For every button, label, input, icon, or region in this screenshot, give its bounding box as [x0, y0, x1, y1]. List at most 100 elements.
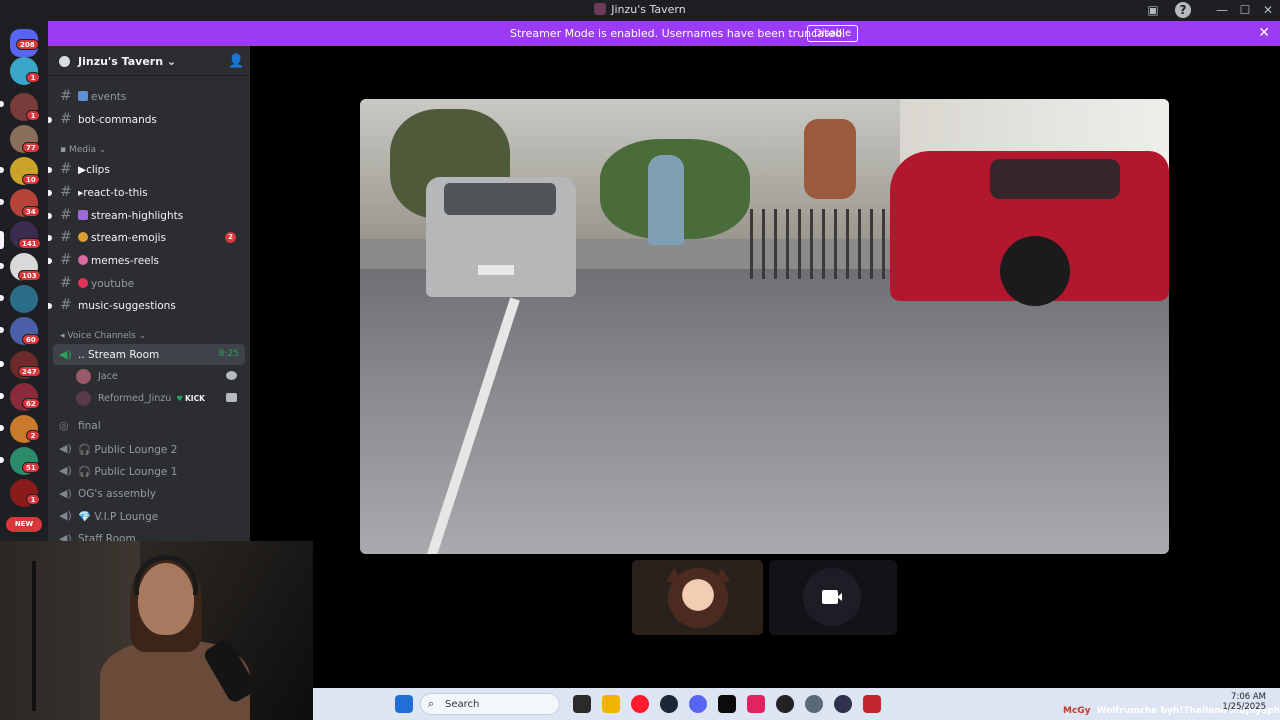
unread-dot: [48, 190, 52, 196]
obs-icon[interactable]: [776, 695, 794, 713]
help-icon[interactable]: ?: [1175, 2, 1191, 18]
unread-pip: [0, 295, 4, 301]
unread-dot: [48, 117, 52, 123]
stream-video[interactable]: [360, 99, 1169, 554]
unread-pip: [0, 167, 4, 173]
maximize-button[interactable]: ☐: [1237, 2, 1253, 18]
stage-icon: ◎: [59, 419, 69, 432]
terminal-icon[interactable]: [718, 695, 736, 713]
channel-stream-highlights[interactable]: # stream-highlights: [48, 205, 245, 226]
task-view-icon[interactable]: [573, 695, 591, 713]
channel-music-suggestions[interactable]: # music-suggestions: [48, 295, 245, 316]
hash-icon: #: [60, 275, 72, 291]
disable-streamer-mode-button[interactable]: Disable: [807, 25, 859, 42]
system-clock[interactable]: 7:06 AM 1/25/2025: [1222, 692, 1266, 712]
hash-icon: #: [60, 207, 72, 223]
unread-pip: [0, 263, 4, 269]
title-bar: Jinzu's Tavern ▣ ? — ☐ ✕: [0, 0, 1280, 21]
voice-user[interactable]: Jace: [76, 367, 241, 387]
category-voice-channels[interactable]: ◂ Voice Channels ⌄: [60, 331, 146, 341]
taskbar-search[interactable]: ⌕ Search: [420, 693, 560, 715]
selected-pip: [0, 231, 4, 249]
channel-stream-emojis[interactable]: # stream-emojis 2: [48, 227, 245, 248]
participant-tile[interactable]: [632, 560, 763, 635]
banner-close-icon[interactable]: ✕: [1258, 25, 1270, 41]
server-badge: 1: [26, 110, 40, 121]
opera-icon[interactable]: [631, 695, 649, 713]
hash-icon: #: [60, 161, 72, 177]
unread-pip: [0, 199, 4, 205]
video-scene-fence: [750, 209, 890, 279]
discord-icon[interactable]: [689, 695, 707, 713]
speaker-icon: ◀): [59, 532, 72, 541]
inbox-icon[interactable]: ▣: [1145, 2, 1161, 18]
voice-channel-public-lounge-1[interactable]: ◀) 🎧 Public Lounge 1: [53, 460, 245, 481]
globe-icon: [59, 56, 70, 67]
voice-channel-vip-lounge[interactable]: ◀) 💎 V.I.P Lounge: [53, 505, 245, 526]
voice-channel-staff-room[interactable]: ◀) Staff Room: [53, 528, 245, 541]
participant-tile[interactable]: [769, 560, 897, 635]
channel-clips[interactable]: # ▶clips: [48, 159, 245, 180]
film-icon: [78, 210, 88, 220]
hash-icon: #: [60, 252, 72, 268]
unread-dot: [48, 167, 52, 173]
hash-icon: #: [60, 229, 72, 245]
server-badge: 2: [26, 430, 40, 441]
channel-events[interactable]: # events: [53, 86, 245, 107]
voice-channel-ogs-assembly[interactable]: ◀) OG's assembly: [53, 483, 245, 504]
unread-dot: [48, 235, 52, 241]
unread-pip: [0, 457, 4, 463]
server-header[interactable]: Jinzu's Tavern ⌄ 👤: [48, 46, 250, 76]
speaker-icon: ◀): [59, 464, 72, 477]
unread-pip: [0, 101, 4, 107]
mention-badge: 2: [225, 232, 236, 243]
steam-icon[interactable]: [660, 695, 678, 713]
streamer-mode-banner: Streamer Mode is enabled. Usernames have…: [48, 21, 1280, 46]
voice-user[interactable]: Reformed_Jinzu ♥ KICK: [76, 389, 241, 409]
app-icon[interactable]: [863, 695, 881, 713]
server-badge: 62: [22, 398, 40, 409]
headset-icon: [134, 555, 198, 595]
settings-gear-icon[interactable]: [805, 695, 823, 713]
taskbar: ⌕ Search McGy Wolfrumche byh!Thailand map…: [313, 688, 1280, 720]
search-icon: ⌕: [428, 697, 435, 710]
channel-youtube[interactable]: # youtube: [53, 273, 245, 294]
app-icon[interactable]: [834, 695, 852, 713]
heart-icon: ♥: [176, 394, 183, 403]
video-camera-icon: [822, 590, 838, 604]
video-scene-car: [890, 151, 1169, 306]
minimize-button[interactable]: —: [1214, 2, 1230, 18]
new-unreads-pill[interactable]: NEW: [6, 517, 42, 532]
speaker-icon: ◀): [59, 487, 72, 500]
channel-sidebar: Jinzu's Tavern ⌄ 👤 # events # bot-comman…: [48, 46, 250, 541]
webcam-overlay: [0, 541, 313, 720]
voice-channel-stream-room[interactable]: ◀) .. Stream Room 8:25: [53, 344, 245, 365]
avatar: [76, 369, 91, 384]
voice-channel-public-lounge-2[interactable]: ◀) 🎧 Public Lounge 2: [53, 438, 245, 459]
server-icon: [594, 3, 607, 15]
youtube-icon: [78, 278, 88, 288]
chat-bubble-icon: [226, 371, 237, 380]
hash-icon: #: [60, 297, 72, 313]
app-icon[interactable]: [747, 695, 765, 713]
hash-icon: #: [60, 111, 72, 127]
server-badge: 10: [22, 174, 40, 185]
category-media[interactable]: ▪ Media ⌄: [60, 145, 106, 155]
speaker-icon: ◀): [59, 348, 72, 361]
file-explorer-icon[interactable]: [602, 695, 620, 713]
channel-bot-commands[interactable]: # bot-commands: [48, 109, 245, 130]
channel-memes-reels[interactable]: # memes-reels: [48, 250, 245, 271]
invite-people-icon[interactable]: 👤: [228, 54, 244, 69]
channel-react-to-this[interactable]: # ▸react-to-this: [48, 182, 245, 203]
window-title: Jinzu's Tavern: [0, 3, 1280, 16]
kick-tag: ♥ KICK: [176, 394, 205, 403]
server-badge: 1: [26, 494, 40, 505]
voice-channel-final[interactable]: ◎ final: [53, 415, 245, 436]
unread-pip: [0, 393, 4, 399]
windows-start-icon[interactable]: [395, 695, 413, 713]
unread-pip: [0, 327, 4, 333]
close-button[interactable]: ✕: [1260, 2, 1276, 18]
server-icon-8[interactable]: [10, 285, 38, 313]
unread-dot: [48, 213, 52, 219]
video-scene-car: [426, 177, 576, 297]
